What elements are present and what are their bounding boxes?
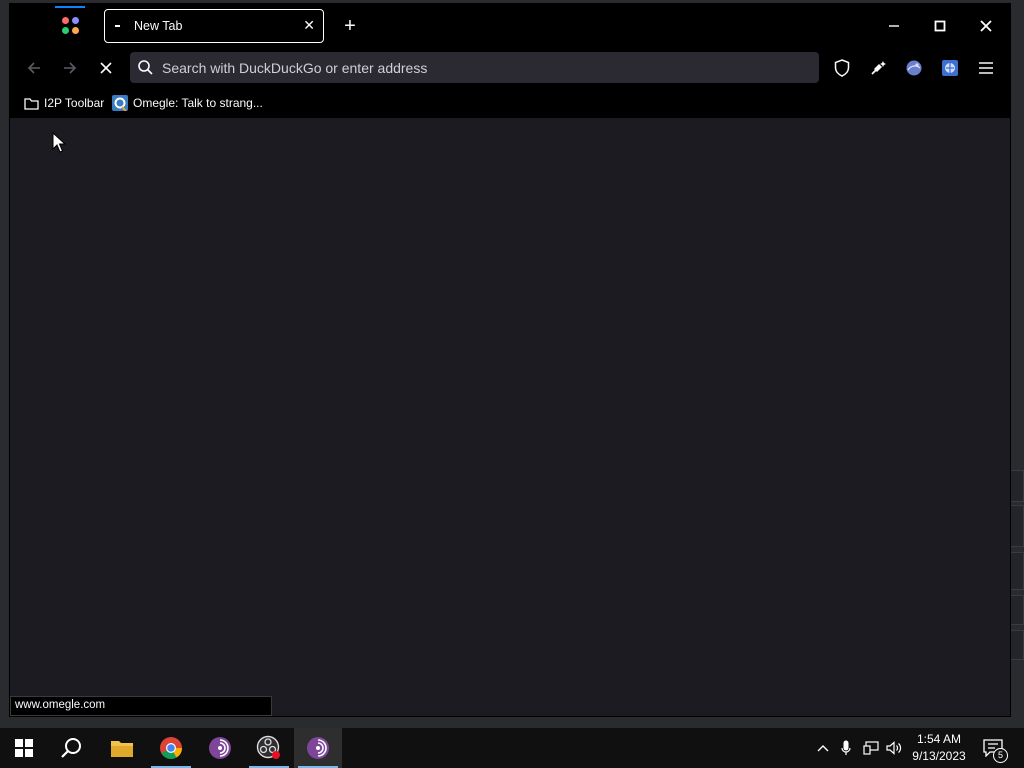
chevron-up-icon bbox=[817, 745, 829, 752]
bookmark-omegle[interactable]: Omegle: Talk to strang... bbox=[112, 93, 263, 113]
bookmark-label: I2P Toolbar bbox=[44, 96, 105, 110]
address-bar[interactable] bbox=[130, 52, 819, 83]
i2p-globe-icon bbox=[906, 60, 922, 76]
search-icon bbox=[138, 60, 153, 75]
background-window-fragment bbox=[1008, 552, 1024, 590]
mouse-cursor-icon bbox=[52, 132, 66, 153]
navigation-toolbar bbox=[10, 48, 1010, 88]
folder-icon bbox=[24, 97, 39, 110]
clock-date: 9/13/2023 bbox=[912, 749, 966, 763]
system-clock[interactable]: 1:54 AM 9/13/2023 bbox=[906, 731, 972, 765]
network-icon bbox=[863, 741, 879, 755]
windows-logo-icon bbox=[15, 739, 33, 757]
extension-button[interactable] bbox=[864, 54, 892, 82]
folder-icon bbox=[111, 741, 133, 757]
i2p-extension-button[interactable] bbox=[900, 54, 928, 82]
tor-onion-icon bbox=[209, 737, 231, 759]
shield-icon bbox=[834, 59, 850, 77]
microphone-icon bbox=[841, 740, 851, 755]
bookmark-label: Omegle: Talk to strang... bbox=[133, 96, 263, 110]
close-icon bbox=[980, 20, 992, 32]
taskbar-file-explorer[interactable] bbox=[98, 728, 146, 768]
show-hidden-icons-button[interactable] bbox=[812, 728, 834, 768]
background-window-fragment bbox=[1008, 595, 1024, 625]
windows-taskbar: 1:54 AM 9/13/2023 5 bbox=[0, 728, 1024, 768]
tor-onion-icon bbox=[307, 737, 329, 759]
obs-icon bbox=[256, 735, 280, 759]
tab-new-tab[interactable]: New Tab ✕ bbox=[104, 9, 324, 43]
new-tab-button[interactable]: + bbox=[338, 14, 362, 38]
volume-tray-button[interactable] bbox=[884, 728, 906, 768]
tracking-protection-button[interactable] bbox=[828, 54, 856, 82]
bookmark-i2p-toolbar[interactable]: I2P Toolbar bbox=[24, 93, 104, 113]
arrow-right-icon bbox=[64, 62, 77, 74]
minimize-button[interactable] bbox=[872, 10, 916, 42]
taskbar-tor-browser[interactable] bbox=[196, 728, 244, 768]
microphone-tray-button[interactable] bbox=[836, 728, 856, 768]
minimize-icon bbox=[889, 25, 899, 27]
tab-close-icon[interactable]: ✕ bbox=[303, 17, 315, 34]
network-tray-button[interactable] bbox=[860, 728, 882, 768]
app-menu-button[interactable] bbox=[972, 54, 1000, 82]
hamburger-menu-icon bbox=[979, 62, 993, 74]
background-window-fragment bbox=[1008, 630, 1024, 660]
taskbar-obs-studio[interactable] bbox=[245, 728, 293, 768]
forward-button[interactable] bbox=[56, 54, 84, 82]
extension-globe-icon bbox=[942, 60, 958, 76]
back-button[interactable] bbox=[20, 54, 48, 82]
start-button[interactable] bbox=[0, 728, 48, 768]
background-window-fragment bbox=[1008, 470, 1024, 502]
profile-extension-button[interactable] bbox=[936, 54, 964, 82]
close-window-button[interactable] bbox=[964, 10, 1008, 42]
stop-loading-button[interactable] bbox=[92, 54, 120, 82]
url-input[interactable] bbox=[162, 52, 802, 83]
page-content[interactable]: www.omegle.com bbox=[10, 118, 1010, 716]
taskbar-search-button[interactable] bbox=[48, 728, 96, 768]
firefox-view-icon bbox=[61, 16, 79, 34]
taskbar-google-chrome[interactable] bbox=[147, 728, 195, 768]
arrow-left-icon bbox=[27, 62, 40, 74]
omegle-favicon-icon bbox=[112, 95, 128, 111]
action-center-button[interactable]: 5 bbox=[980, 728, 1008, 768]
background-window-fragment bbox=[1008, 505, 1024, 547]
notification-count-badge: 5 bbox=[993, 748, 1008, 763]
speaker-icon bbox=[886, 741, 902, 755]
browser-window: New Tab ✕ + Search with DuckDuckGo or en… bbox=[10, 4, 1010, 716]
status-url-panel: www.omegle.com bbox=[10, 696, 272, 716]
tab-favicon-icon bbox=[115, 25, 120, 27]
maximize-icon bbox=[934, 20, 946, 32]
clock-time: 1:54 AM bbox=[916, 732, 962, 746]
firefox-view-button[interactable] bbox=[54, 6, 86, 44]
tab-bar: New Tab ✕ + bbox=[10, 4, 1010, 48]
stop-icon bbox=[100, 62, 112, 74]
search-icon bbox=[61, 738, 81, 758]
taskbar-tor-browser-active[interactable] bbox=[294, 728, 342, 768]
broom-sparkle-icon bbox=[871, 61, 886, 75]
chrome-icon bbox=[160, 737, 182, 759]
maximize-button[interactable] bbox=[918, 10, 962, 42]
bookmarks-toolbar: I2P Toolbar Omegle: Talk to strang... bbox=[10, 88, 1010, 118]
tab-title: New Tab bbox=[134, 19, 183, 33]
